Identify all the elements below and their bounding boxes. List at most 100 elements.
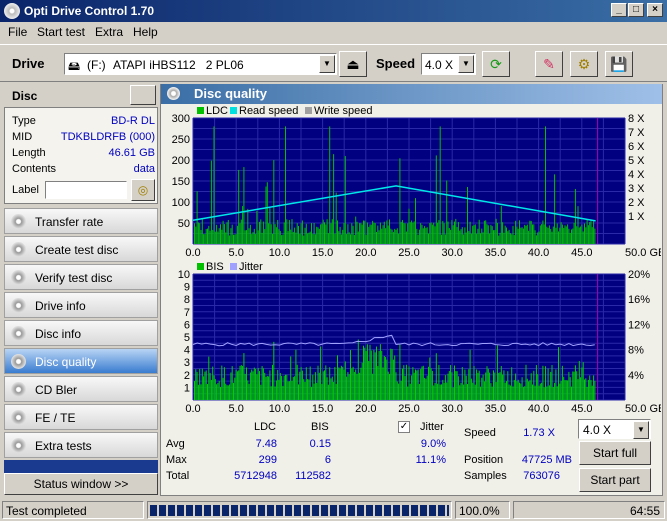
nav-disc-quality[interactable]: Disc quality (4, 348, 158, 374)
bis-bar (515, 373, 517, 400)
minimize-button[interactable]: _ (611, 3, 627, 17)
ldc-bar (590, 219, 592, 244)
bis-bar (539, 383, 541, 400)
menu-help[interactable]: Help (133, 25, 158, 39)
test-speed-select[interactable]: 4.0 X ▼ (578, 419, 651, 439)
ldc-bar (359, 223, 361, 244)
ldc-bar (373, 222, 375, 244)
status-window-button[interactable]: Status window >> (4, 473, 158, 495)
bis-bar (513, 380, 515, 400)
bis-bar (227, 385, 229, 400)
bis-bar (210, 379, 212, 400)
ldc-bar (438, 220, 440, 244)
ldc-bar (555, 227, 557, 244)
menu-start-test[interactable]: Start test (37, 25, 85, 39)
ldc-bar (426, 227, 428, 244)
maximize-button[interactable]: □ (628, 3, 644, 17)
bis-bar (386, 359, 388, 400)
ldc-bar (457, 222, 459, 244)
bis-bar (496, 345, 498, 400)
bis-bar (381, 350, 383, 400)
disc-label-button[interactable]: ◎ (131, 179, 155, 201)
close-button[interactable]: × (647, 3, 663, 17)
bis-bar (240, 365, 242, 400)
ldc-bar (439, 126, 441, 244)
bis-bar (243, 353, 245, 400)
ldc-bar (587, 225, 589, 244)
menu-file[interactable]: File (8, 25, 27, 39)
y-tick-label: 2 (184, 370, 190, 382)
ldc-bar (281, 235, 283, 244)
start-part-button[interactable]: Start part (579, 468, 651, 492)
ldc-bar (461, 227, 463, 244)
eject-button[interactable]: ⏏ (339, 51, 367, 77)
bis-bar (420, 369, 422, 400)
ldc-bar (217, 231, 219, 244)
bis-bar (555, 369, 557, 400)
start-full-button[interactable]: Start full (579, 441, 651, 465)
drive-select[interactable]: 🖴 (F:) ATAPI iHBS112 2 PL06 ▼ (64, 53, 337, 75)
label-input[interactable] (45, 181, 127, 199)
speed-value: 4.0 X (425, 58, 454, 72)
menu-extra[interactable]: Extra (95, 25, 123, 39)
bis-bar (195, 369, 197, 400)
nav-transfer-rate[interactable]: Transfer rate (4, 208, 158, 234)
ldc-bar (248, 228, 250, 244)
nav-cd-bler[interactable]: CD Bler (4, 376, 158, 402)
refresh-button[interactable]: ⟳ (482, 51, 510, 77)
ldc-bar (416, 228, 418, 244)
bis-bar (213, 375, 215, 400)
nav-label: Verify test disc (35, 271, 113, 285)
ldc-bar (435, 155, 437, 244)
x-tick-label: 35.0 (485, 403, 506, 415)
ldc-bar (434, 226, 436, 244)
disc-header-button[interactable] (130, 85, 156, 105)
bis-bar (433, 385, 435, 400)
ldc-bar (529, 220, 531, 244)
settings-button[interactable]: ⚙ (570, 51, 598, 77)
bis-bar (260, 384, 262, 400)
bis-bar (517, 379, 519, 400)
bis-bar (233, 382, 234, 400)
bis-bar (511, 367, 513, 400)
nav-disc-info[interactable]: Disc info (4, 320, 158, 346)
bis-bar (344, 361, 346, 400)
ldc-bar (515, 220, 517, 244)
ldc-bar (483, 220, 485, 244)
ldc-bar (460, 229, 462, 244)
bis-bar (402, 368, 403, 400)
nav-create-test-disc[interactable]: Create test disc (4, 236, 158, 262)
bis-bar (231, 366, 233, 400)
bis-bar (261, 366, 263, 400)
nav-fe-te[interactable]: FE / TE (4, 404, 158, 430)
bis-bar (594, 380, 596, 400)
chevron-down-icon[interactable]: ▼ (458, 55, 474, 73)
nav-extra-tests[interactable]: Extra tests (4, 432, 158, 458)
bis-bar (329, 367, 331, 400)
bis-bar (560, 380, 562, 400)
ldc-bar (304, 227, 306, 244)
chevron-down-icon[interactable]: ▼ (633, 421, 649, 439)
chevron-down-icon[interactable]: ▼ (319, 55, 335, 73)
legend-label: BIS (206, 261, 224, 273)
bis-bar (212, 366, 214, 400)
bis-bar (530, 373, 532, 400)
ldc-bar (580, 226, 582, 244)
ldc-bar (325, 224, 327, 244)
bis-bar (525, 364, 527, 400)
bis-bar (485, 372, 487, 400)
bis-bar (307, 379, 309, 400)
ldc-bar (372, 220, 374, 244)
nav-verify-test-disc[interactable]: Verify test disc (4, 264, 158, 290)
nav-drive-info[interactable]: Drive info (4, 292, 158, 318)
save-button[interactable]: 💾 (605, 51, 633, 77)
jitter-checkbox[interactable]: ✓ (398, 421, 410, 433)
bis-bar (526, 378, 528, 400)
bis-bar (434, 382, 436, 400)
bis-bar (246, 367, 247, 400)
erase-button[interactable]: ✎ (535, 51, 563, 77)
speed-select[interactable]: 4.0 X ▼ (421, 53, 476, 75)
legend-label: Read speed (239, 105, 298, 117)
bis-bar (404, 376, 406, 400)
bis-bar (372, 373, 374, 400)
